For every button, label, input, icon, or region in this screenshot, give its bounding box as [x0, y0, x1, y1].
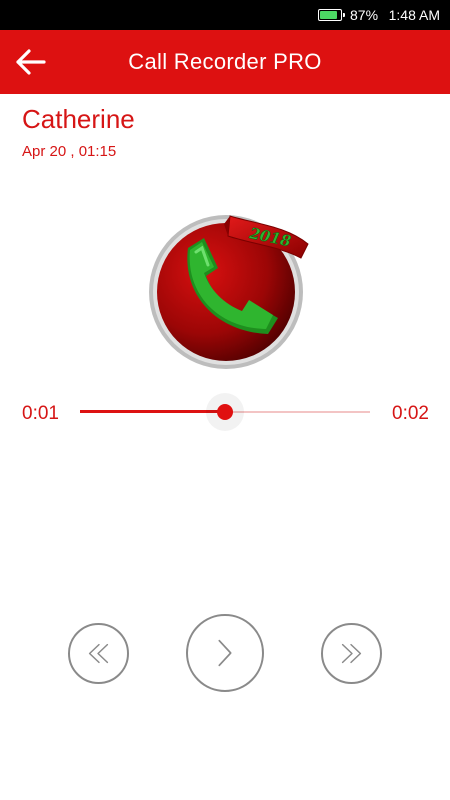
current-time: 0:01	[22, 403, 59, 424]
total-time: 0:02	[392, 403, 429, 424]
back-button[interactable]	[10, 42, 52, 82]
battery-level	[320, 11, 338, 19]
rewind-button[interactable]	[68, 623, 129, 684]
battery-icon	[318, 9, 345, 21]
battery-percentage: 87%	[350, 7, 379, 23]
seek-bar[interactable]	[80, 393, 370, 431]
double-chevron-right-icon	[341, 643, 362, 664]
fast-forward-button[interactable]	[321, 623, 382, 684]
call-recorder-logo: 2018	[149, 215, 309, 369]
contact-name: Catherine	[22, 104, 135, 134]
double-chevron-left-icon	[88, 643, 109, 664]
status-bar: 87% 1:48 AM	[0, 0, 450, 30]
seek-thumb[interactable]	[217, 404, 233, 420]
status-time: 1:48 AM	[388, 7, 440, 23]
seek-progress	[80, 410, 225, 413]
chevron-right-icon	[218, 639, 232, 667]
app-title: Call Recorder PRO	[128, 49, 322, 74]
arrow-left-icon	[16, 49, 46, 75]
call-datetime: Apr 20 , 01:15	[22, 143, 117, 160]
app-bar: Call Recorder PRO	[0, 30, 450, 94]
play-button[interactable]	[186, 614, 264, 692]
